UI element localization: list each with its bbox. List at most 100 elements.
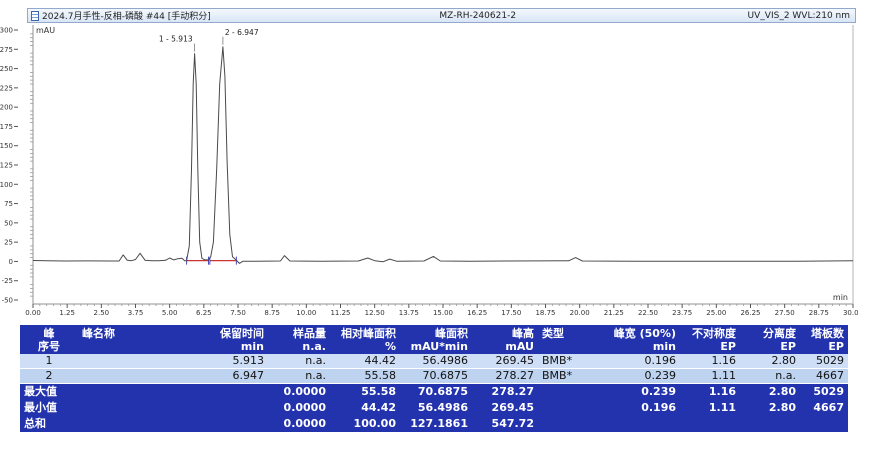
cell: 0.196 <box>600 354 680 369</box>
x-tick-label: 20.00 <box>570 309 590 316</box>
summary-row: 总和 0.0000100.00127.1861547.72 <box>20 416 848 432</box>
cell: 4667 <box>800 369 848 384</box>
x-tick-label: 23.75 <box>672 309 692 316</box>
cell: 56.4986 <box>400 400 472 416</box>
x-tick-label: 11.25 <box>330 309 350 316</box>
chart-titlebar: 2024.7月手性-反相-磷酸 #44 [手动积分] MZ-RH-240621-… <box>27 8 856 23</box>
cell: 70.6875 <box>400 369 472 384</box>
cell: 547.72 <box>472 416 538 432</box>
cell <box>800 416 848 432</box>
y-tick-label: 225 <box>0 84 13 92</box>
cell <box>740 416 800 432</box>
cell: 最大值 <box>20 384 78 401</box>
x-tick-label: 1.25 <box>59 309 75 316</box>
x-tick-label: 26.25 <box>740 309 760 316</box>
cell: 5029 <box>800 354 848 369</box>
cell: 269.45 <box>472 400 538 416</box>
chromatogram-plot[interactable]: -50-250255075100125150175200225250275300… <box>0 23 858 316</box>
chart-titlebar-left: 2024.7月手性-反相-磷酸 #44 [手动积分] <box>28 9 354 22</box>
cell: 1.11 <box>680 400 740 416</box>
x-tick-label: 27.50 <box>775 309 795 316</box>
cell: 2.80 <box>740 400 800 416</box>
y-tick-label: 150 <box>0 142 13 150</box>
cell: 总和 <box>20 416 78 432</box>
injection-title: 2024.7月手性-反相-磷酸 #44 [手动积分] <box>42 9 211 22</box>
column-header[interactable]: 峰序号 <box>20 325 78 354</box>
x-tick-label: 28.75 <box>809 309 829 316</box>
y-tick-label: -25 <box>2 277 13 285</box>
cell: 1.11 <box>680 369 740 384</box>
peak-label: 1 - 5.913 <box>159 35 193 44</box>
detector-channel: UV_VIS_2 WVL:210 nm <box>602 11 855 21</box>
cell: 0.239 <box>600 384 680 401</box>
sample-id: MZ-RH-240621-2 <box>354 11 602 21</box>
integration-results-panel: 峰序号峰名称保留时间min样品量n.a.相对峰面积%峰面积mAU*min峰高mA… <box>20 325 848 432</box>
x-tick-label: 7.50 <box>230 309 246 316</box>
x-tick-label: 22.50 <box>638 309 658 316</box>
cell: 269.45 <box>472 354 538 369</box>
x-tick-label: 25.00 <box>706 309 726 316</box>
cell: n.a. <box>740 369 800 384</box>
cell: 6.947 <box>205 369 268 384</box>
signal-trace <box>33 47 853 264</box>
y-tick-label: 0 <box>9 258 13 266</box>
cell <box>538 400 600 416</box>
cell: 0.0000 <box>268 416 330 432</box>
column-header[interactable]: 类型 <box>538 325 600 354</box>
y-tick-label: 250 <box>0 65 13 73</box>
application-window: 2024.7月手性-反相-磷酸 #44 [手动积分] MZ-RH-240621-… <box>0 0 879 459</box>
x-tick-label: 16.25 <box>467 309 487 316</box>
x-tick-label: 6.25 <box>196 309 212 316</box>
y-tick-label: 275 <box>0 46 13 54</box>
cell <box>538 384 600 401</box>
x-tick-label: 30.00 <box>843 309 858 316</box>
cell: 2 <box>20 369 78 384</box>
column-header[interactable]: 峰宽 (50%)min <box>600 325 680 354</box>
y-tick-label: 200 <box>0 104 13 112</box>
column-header[interactable]: 分离度EP <box>740 325 800 354</box>
column-header[interactable]: 样品量n.a. <box>268 325 330 354</box>
cell: 70.6875 <box>400 384 472 401</box>
column-header[interactable]: 保留时间min <box>205 325 268 354</box>
cell <box>78 354 205 369</box>
peak-label: 2 - 6.947 <box>225 28 259 37</box>
cell: BMB* <box>538 354 600 369</box>
cell: 0.0000 <box>268 400 330 416</box>
cell: 2.80 <box>740 384 800 401</box>
cell <box>600 416 680 432</box>
peak-row-2[interactable]: 26.947n.a.55.5870.6875278.27BMB*0.2391.1… <box>20 369 848 384</box>
summary-row: 最大值0.000055.5870.6875278.270.2391.162.80… <box>20 384 848 401</box>
y-tick-label: 75 <box>4 200 13 208</box>
cell <box>538 416 600 432</box>
column-header[interactable]: 峰面积mAU*min <box>400 325 472 354</box>
results-table: 峰序号峰名称保留时间min样品量n.a.相对峰面积%峰面积mAU*min峰高mA… <box>20 325 848 432</box>
cell: 100.00 <box>330 416 400 432</box>
y-tick-label: 25 <box>4 239 13 247</box>
x-tick-label: 15.00 <box>433 309 453 316</box>
x-tick-label: 12.50 <box>365 309 385 316</box>
x-tick-label: 0.00 <box>25 309 41 316</box>
column-header[interactable]: 不对称度EP <box>680 325 740 354</box>
cell: 1 <box>20 354 78 369</box>
chromatogram-icon <box>31 11 39 21</box>
x-tick-label: 17.50 <box>501 309 521 316</box>
cell: 1.16 <box>680 384 740 401</box>
cell: 1.16 <box>680 354 740 369</box>
cell: BMB* <box>538 369 600 384</box>
peak-row-1[interactable]: 15.913n.a.44.4256.4986269.45BMB*0.1961.1… <box>20 354 848 369</box>
column-header[interactable]: 相对峰面积% <box>330 325 400 354</box>
column-header[interactable]: 峰高mAU <box>472 325 538 354</box>
cell: n.a. <box>268 354 330 369</box>
column-header[interactable]: 塔板数EP <box>800 325 848 354</box>
chromatogram-panel: 2024.7月手性-反相-磷酸 #44 [手动积分] MZ-RH-240621-… <box>0 8 858 316</box>
x-tick-label: 2.50 <box>94 309 110 316</box>
y-tick-label: -50 <box>2 297 13 305</box>
x-tick-label: 18.75 <box>535 309 555 316</box>
cell <box>680 416 740 432</box>
cell: 127.1861 <box>400 416 472 432</box>
cell <box>78 416 205 432</box>
cell: 55.58 <box>330 384 400 401</box>
cell: 56.4986 <box>400 354 472 369</box>
x-axis-unit-label: min <box>833 293 848 302</box>
column-header[interactable]: 峰名称 <box>78 325 205 354</box>
